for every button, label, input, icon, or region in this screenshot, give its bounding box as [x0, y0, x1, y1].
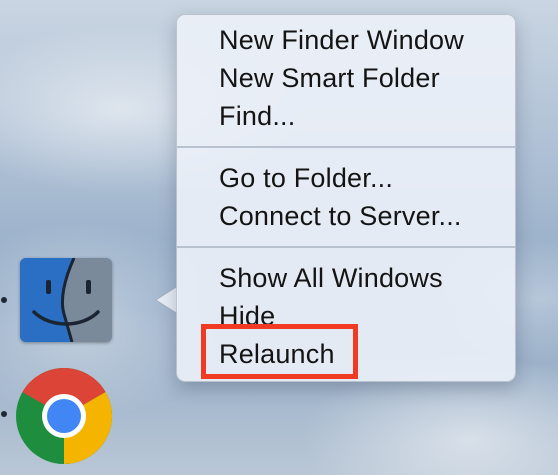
- menu-separator: [177, 146, 515, 148]
- menu-separator: [177, 246, 515, 248]
- menu-item-new-finder-window[interactable]: New Finder Window: [219, 23, 464, 57]
- finder-running-indicator: [1, 297, 7, 303]
- chrome-icon[interactable]: [14, 366, 114, 466]
- relaunch-highlight-box: [201, 324, 358, 379]
- menu-item-find[interactable]: Find...: [219, 99, 295, 133]
- finder-icon[interactable]: [20, 258, 112, 342]
- menu-item-go-to-folder[interactable]: Go to Folder...: [219, 161, 393, 195]
- menu-item-connect-to-server[interactable]: Connect to Server...: [219, 199, 462, 233]
- chrome-running-indicator: [1, 411, 7, 417]
- menu-item-new-smart-folder[interactable]: New Smart Folder: [219, 61, 440, 95]
- menu-item-show-all-windows[interactable]: Show All Windows: [219, 261, 443, 295]
